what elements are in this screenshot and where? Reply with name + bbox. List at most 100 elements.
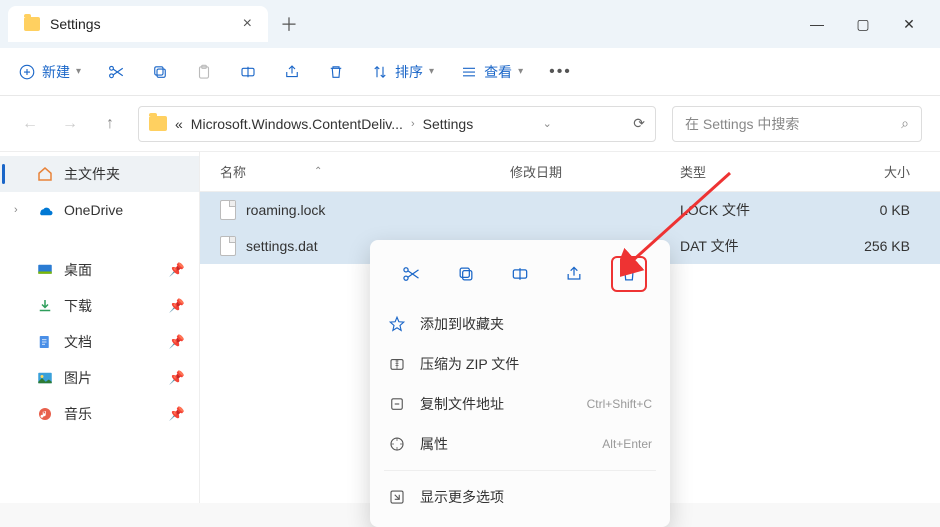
copy-button[interactable] <box>151 63 169 81</box>
sidebar-item-desktop[interactable]: 桌面 📌 <box>0 252 199 288</box>
copy-icon <box>151 63 169 81</box>
breadcrumb-item[interactable]: Settings <box>423 116 474 132</box>
sidebar-item-home[interactable]: 主文件夹 <box>0 156 199 192</box>
paste-button[interactable] <box>195 63 213 81</box>
pin-icon: 📌 <box>169 262 185 278</box>
breadcrumb-prefix: « <box>175 116 183 132</box>
file-icon <box>220 200 236 220</box>
path-box[interactable]: « Microsoft.Windows.ContentDeliv... › Se… <box>138 106 656 142</box>
back-button[interactable]: ← <box>18 112 42 136</box>
trash-icon <box>619 264 639 284</box>
column-size[interactable]: 大小 <box>820 162 910 181</box>
ctx-share-button[interactable] <box>556 256 592 292</box>
chevron-down-icon[interactable]: ⌄ <box>543 117 552 130</box>
window-controls: — ▢ ✕ <box>794 4 932 44</box>
tab-settings[interactable]: Settings × <box>8 6 268 42</box>
pin-icon: 📌 <box>169 334 185 350</box>
maximize-button[interactable]: ▢ <box>840 4 886 44</box>
column-type[interactable]: 类型 <box>680 162 820 181</box>
close-tab-icon[interactable]: × <box>243 15 252 33</box>
chevron-right-icon: › <box>14 204 26 216</box>
sidebar-item-pictures[interactable]: 图片 📌 <box>0 360 199 396</box>
new-button[interactable]: 新建 ▾ <box>18 62 81 82</box>
more-icon: ••• <box>549 63 572 81</box>
trash-icon <box>327 63 345 81</box>
toolbar: 新建 ▾ 排序 ▾ 查看 ▾ ••• <box>0 48 940 96</box>
ctx-delete-button[interactable] <box>611 256 647 292</box>
cut-button[interactable] <box>107 63 125 81</box>
music-icon <box>36 405 54 423</box>
chevron-right-icon: › <box>411 118 415 130</box>
onedrive-icon <box>36 201 54 219</box>
title-bar: Settings × ＋ — ▢ ✕ <box>0 0 940 48</box>
more-button[interactable]: ••• <box>549 63 572 81</box>
column-date[interactable]: 修改日期 <box>510 162 680 181</box>
pin-icon: 📌 <box>169 370 185 386</box>
search-icon: ⌕ <box>901 115 909 132</box>
link-icon <box>388 395 406 413</box>
file-type: DAT 文件 <box>680 236 820 256</box>
column-headers: 名称⌃ 修改日期 类型 大小 <box>200 152 940 192</box>
breadcrumb-item[interactable]: Microsoft.Windows.ContentDeliv... <box>191 116 403 132</box>
home-icon <box>36 165 54 183</box>
delete-button[interactable] <box>327 63 345 81</box>
more-icon <box>388 488 406 506</box>
context-menu: 添加到收藏夹 压缩为 ZIP 文件 复制文件地址 Ctrl+Shift+C 属性… <box>370 240 670 527</box>
share-button[interactable] <box>283 63 301 81</box>
minimize-button[interactable]: — <box>794 4 840 44</box>
properties-icon <box>388 435 406 453</box>
star-icon <box>388 315 406 333</box>
pictures-icon <box>36 369 54 387</box>
sort-asc-icon: ⌃ <box>314 166 322 177</box>
sidebar-item-documents[interactable]: 文档 📌 <box>0 324 199 360</box>
paste-icon <box>195 63 213 81</box>
sidebar-item-downloads[interactable]: 下载 📌 <box>0 288 199 324</box>
address-bar: ← → ↑ « Microsoft.Windows.ContentDeliv..… <box>0 96 940 152</box>
rename-icon <box>239 63 257 81</box>
ctx-rename-button[interactable] <box>502 256 538 292</box>
plus-circle-icon <box>18 63 36 81</box>
file-name: roaming.lock <box>246 202 510 218</box>
forward-button[interactable]: → <box>58 112 82 136</box>
rename-button[interactable] <box>239 63 257 81</box>
tab-title: Settings <box>50 16 233 32</box>
search-input[interactable]: 在 Settings 中搜索 ⌕ <box>672 106 922 142</box>
sidebar-item-music[interactable]: 音乐 📌 <box>0 396 199 432</box>
share-icon <box>283 63 301 81</box>
ctx-more-options[interactable]: 显示更多选项 <box>370 477 670 517</box>
close-button[interactable]: ✕ <box>886 4 932 44</box>
up-button[interactable]: ↑ <box>98 112 122 136</box>
sort-button[interactable]: 排序 ▾ <box>371 62 434 82</box>
view-button[interactable]: 查看 ▾ <box>460 62 523 82</box>
ctx-favorite[interactable]: 添加到收藏夹 <box>370 304 670 344</box>
chevron-down-icon: ▾ <box>518 66 523 77</box>
separator <box>384 470 656 471</box>
column-name[interactable]: 名称⌃ <box>220 162 510 181</box>
file-icon <box>220 236 236 256</box>
sidebar: 主文件夹 › OneDrive 桌面 📌 下载 📌 文档 📌 <box>0 152 200 503</box>
file-size: 0 KB <box>820 202 910 218</box>
desktop-icon <box>36 261 54 279</box>
scissors-icon <box>107 63 125 81</box>
ctx-zip[interactable]: 压缩为 ZIP 文件 <box>370 344 670 384</box>
search-placeholder: 在 Settings 中搜索 <box>685 114 901 134</box>
table-row[interactable]: roaming.lock LOCK 文件 0 KB <box>200 192 940 228</box>
sort-icon <box>371 63 389 81</box>
ctx-cut-button[interactable] <box>393 256 429 292</box>
documents-icon <box>36 333 54 351</box>
view-icon <box>460 63 478 81</box>
folder-icon <box>149 116 167 131</box>
chevron-down-icon: ▾ <box>76 66 81 77</box>
ctx-copy-path[interactable]: 复制文件地址 Ctrl+Shift+C <box>370 384 670 424</box>
new-tab-button[interactable]: ＋ <box>280 11 298 37</box>
file-size: 256 KB <box>820 238 910 254</box>
refresh-button[interactable]: ⟳ <box>633 115 645 132</box>
ctx-properties[interactable]: 属性 Alt+Enter <box>370 424 670 464</box>
download-icon <box>36 297 54 315</box>
ctx-copy-button[interactable] <box>448 256 484 292</box>
pin-icon: 📌 <box>169 298 185 314</box>
chevron-down-icon: ▾ <box>429 66 434 77</box>
sidebar-item-onedrive[interactable]: › OneDrive <box>0 192 199 228</box>
folder-icon <box>24 17 40 31</box>
pin-icon: 📌 <box>169 406 185 422</box>
